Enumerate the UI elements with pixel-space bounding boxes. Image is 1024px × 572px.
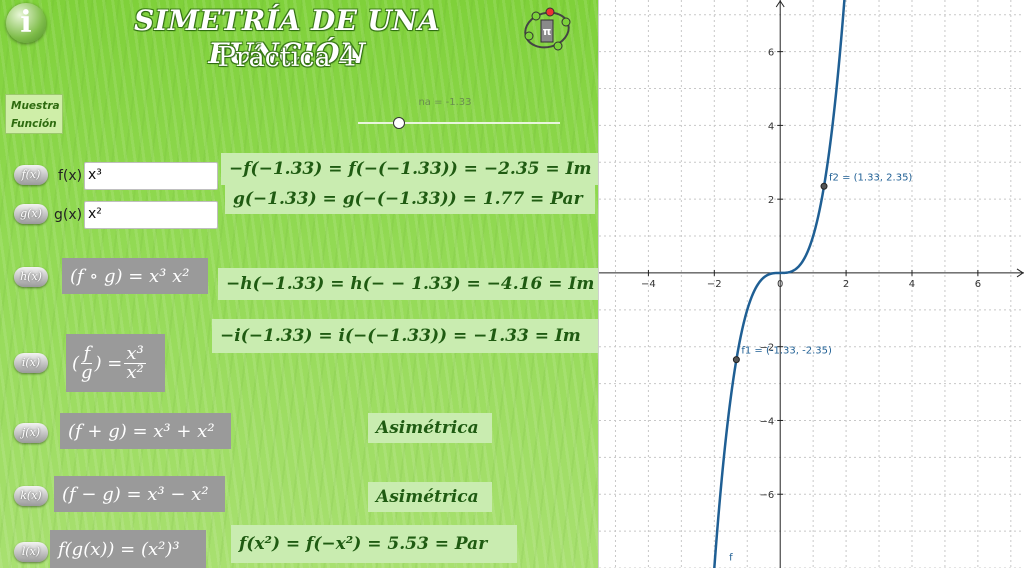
show-function-line1: Muestra (11, 100, 60, 112)
g-label: g(x) (54, 207, 83, 223)
g-button[interactable]: g(x) (14, 204, 48, 224)
slider-handle[interactable] (393, 117, 406, 129)
point-marker-2 (820, 182, 828, 190)
point-label-1: f1 = (-1.33, -2.35) (741, 346, 832, 357)
j-button[interactable]: j(x) (14, 423, 48, 443)
y-tick-label: 6 (768, 48, 774, 59)
i-expression: ( fg ) = x³ x² (66, 334, 165, 392)
k-result: Asimétrica (368, 482, 492, 512)
curve-label: f (729, 553, 733, 564)
y-tick-label: 2 (768, 195, 774, 206)
i-den: x² (126, 361, 144, 383)
h-expression: (f ∘ g) = x³ x² (62, 258, 208, 294)
f-label: f(x) (58, 168, 83, 184)
y-tick-label: −6 (759, 490, 774, 501)
i-num: x³ (124, 342, 146, 364)
x-tick-label: −4 (641, 279, 656, 290)
f-result: −f(−1.33) = f(−(−1.33)) = −2.35 = Im (221, 153, 598, 185)
point-label-2: f2 = (1.33, 2.35) (829, 172, 912, 183)
info-icon[interactable]: i (6, 3, 46, 43)
i-fraction-fg: fg (81, 342, 93, 383)
i-num-f: f (81, 342, 93, 364)
g-result: g(−1.33) = g(−(−1.33)) = 1.77 = Par (225, 184, 595, 214)
geogebra-logo-icon: π (524, 7, 571, 51)
y-tick-label: 4 (768, 121, 774, 132)
i-fraction-x: x³ x² (124, 342, 146, 383)
f-button[interactable]: f(x) (14, 165, 48, 185)
y-tick-label: −4 (759, 416, 774, 427)
x-tick-label: 6 (975, 279, 981, 290)
l-result: f(x²) = f(−x²) = 5.53 = Par (231, 525, 517, 563)
point-marker-1 (732, 356, 740, 364)
i-den-g: g (81, 361, 93, 383)
j-result: Asimétrica (368, 413, 492, 443)
page-subtitle: Práctica 4 (217, 42, 357, 73)
j-expression: (f + g) = x³ + x² (60, 413, 231, 449)
g-input[interactable]: x² (84, 201, 218, 229)
x-tick-label: 2 (843, 279, 849, 290)
k-expression: (f − g) = x³ − x² (54, 476, 225, 512)
i-open-paren: ( (72, 352, 80, 374)
left-panel: i SIMETRÍA DE UNA FUNCIÓN Práctica 4 π M… (0, 0, 598, 568)
svg-text:π: π (543, 25, 552, 38)
h-button[interactable]: h(x) (14, 267, 48, 287)
h-result: −h(−1.33) = h(− − 1.33) = −4.16 = Im (218, 268, 598, 300)
function-graph[interactable]: −4 −2 0 2 4 6−6−4−2246ff1 = (-1.33, -2.35)f2 … (599, 0, 1024, 572)
x-tick-label: 4 (909, 279, 915, 290)
x-tick-label: −2 (707, 279, 722, 290)
i-result: −i(−1.33) = i(−(−1.33)) = −1.33 = Im (212, 319, 598, 353)
k-button[interactable]: k(x) (14, 486, 48, 506)
i-button[interactable]: i(x) (14, 353, 48, 373)
graphics-view[interactable]: −4 −2 0 2 4 6 −6 −4 −2 2 4 6 f f1 = (-1.33, -2.35) f2 … (598, 0, 1024, 572)
show-function-button[interactable]: Muestra Función (5, 94, 63, 134)
show-function-line2: Función (11, 118, 57, 130)
f-input[interactable]: x³ (84, 162, 218, 190)
slider-track[interactable] (358, 122, 560, 124)
x-tick-label: 0 (777, 279, 783, 290)
slider-label: na = -1.33 (418, 97, 472, 108)
i-mid: ) = (94, 352, 123, 374)
l-button[interactable]: l(x) (14, 542, 48, 562)
l-expression: f(g(x)) = (x²)³ (50, 530, 206, 568)
